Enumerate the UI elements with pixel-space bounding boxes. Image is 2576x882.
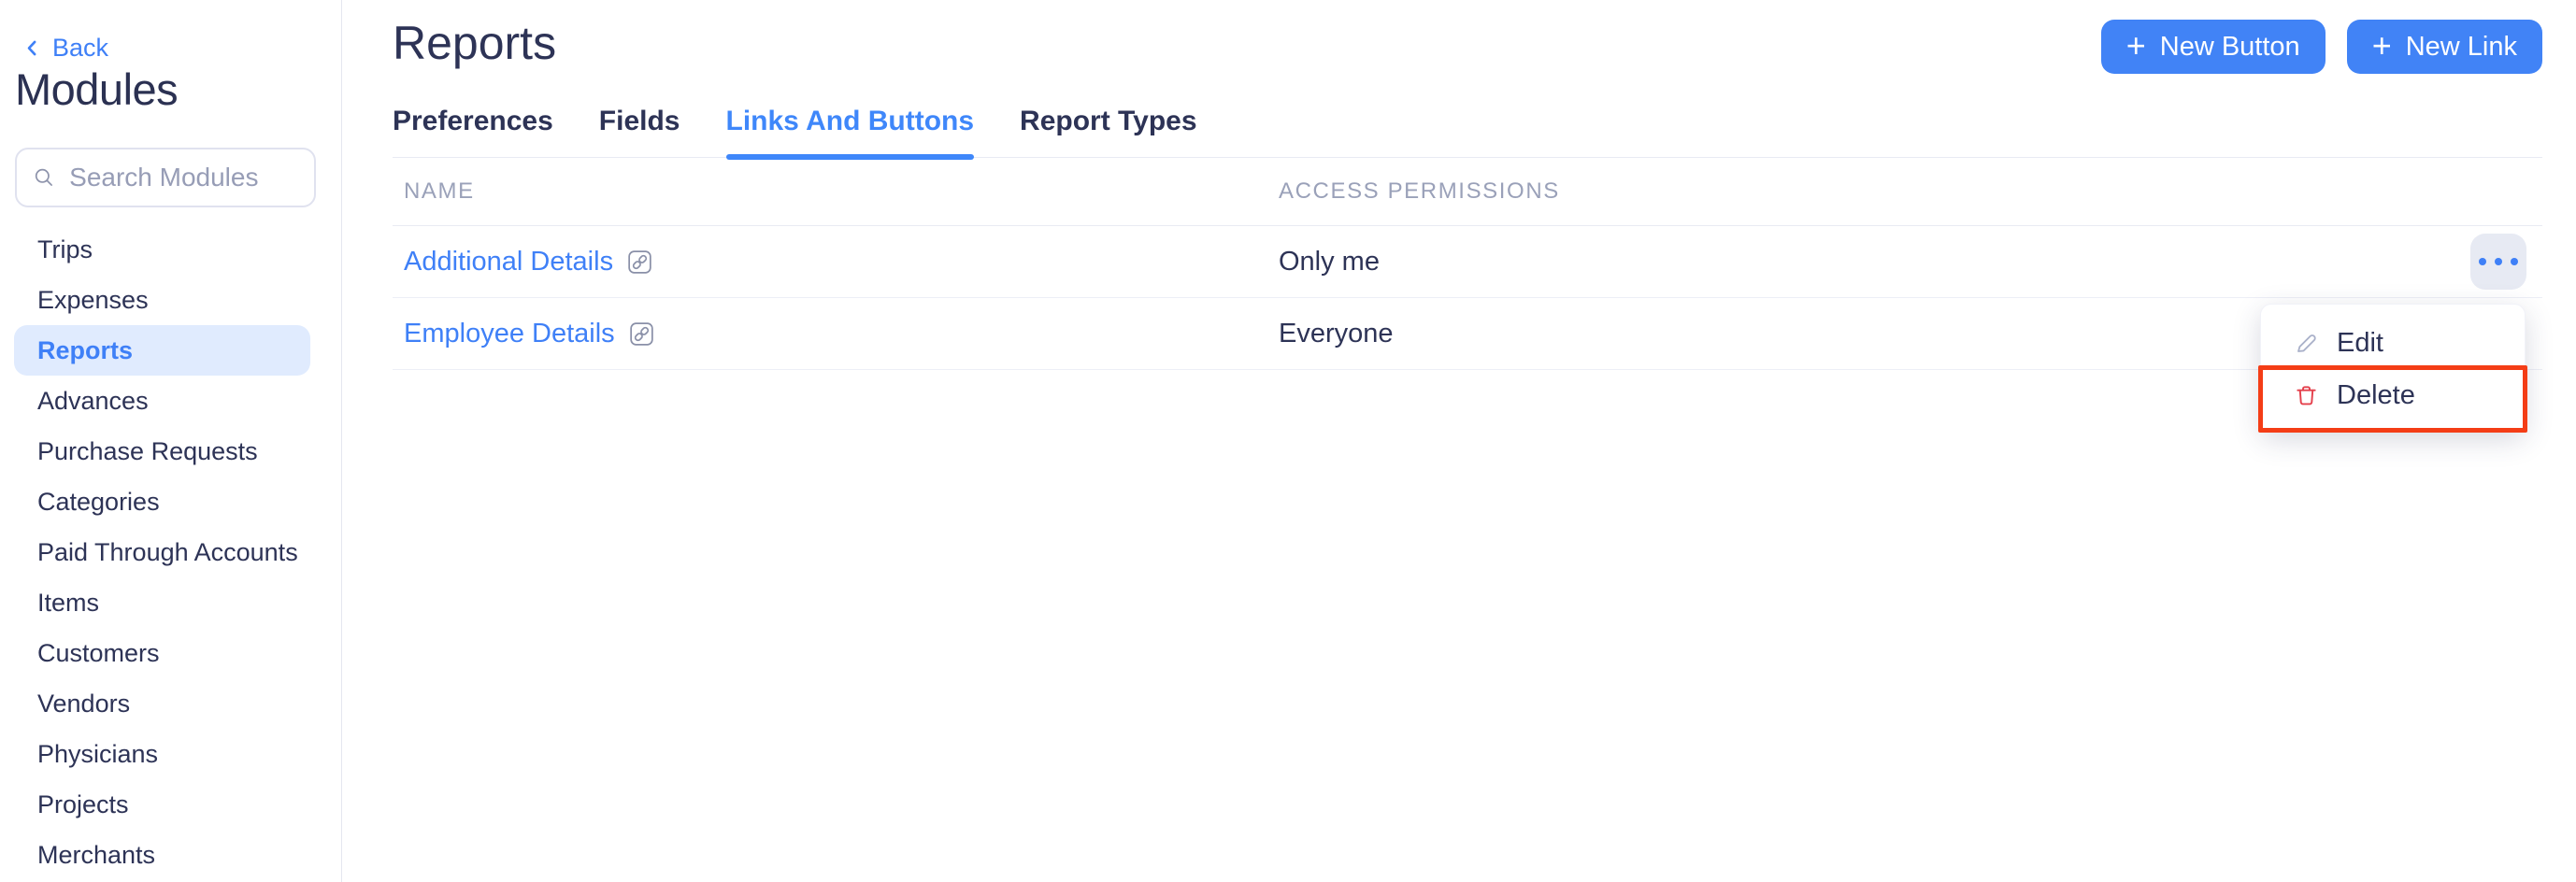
sidebar-item-purchase-requests[interactable]: Purchase Requests: [0, 426, 341, 477]
tab-links-and-buttons[interactable]: Links And Buttons: [726, 105, 975, 157]
tab-fields[interactable]: Fields: [599, 105, 680, 157]
table-header: NAME ACCESS PERMISSIONS: [393, 157, 2542, 226]
new-link-label: New Link: [2406, 32, 2517, 63]
search-icon: [33, 164, 55, 191]
new-button-button[interactable]: + New Button: [2101, 20, 2326, 74]
back-link[interactable]: Back: [22, 34, 108, 63]
plus-icon: +: [2372, 29, 2392, 63]
modules-sidebar: Back Modules Trips Expenses Reports Adva…: [0, 0, 342, 882]
tab-report-types[interactable]: Report Types: [1020, 105, 1196, 157]
back-label: Back: [52, 34, 108, 63]
search-input[interactable]: [69, 163, 298, 192]
menu-item-label: Delete: [2337, 380, 2415, 411]
row-link-additional-details[interactable]: Additional Details: [404, 247, 613, 277]
link-icon[interactable]: [628, 250, 651, 274]
menu-item-edit[interactable]: Edit: [2261, 317, 2525, 369]
ellipsis-icon: [2479, 258, 2486, 265]
module-list: Trips Expenses Reports Advances Purchase…: [0, 224, 341, 880]
sidebar-item-expenses[interactable]: Expenses: [0, 275, 341, 325]
links-buttons-table: NAME ACCESS PERMISSIONS Additional Detai…: [393, 157, 2542, 370]
main-content: Reports + New Button + New Link Preferen…: [343, 0, 2576, 882]
menu-item-label: Edit: [2337, 328, 2383, 359]
trash-icon: [2294, 383, 2319, 408]
sidebar-item-customers[interactable]: Customers: [0, 628, 341, 678]
new-link-button[interactable]: + New Link: [2347, 20, 2542, 74]
sidebar-item-physicians[interactable]: Physicians: [0, 729, 341, 779]
context-menu: Edit Delete: [2260, 304, 2526, 433]
column-header-access-permissions: ACCESS PERMISSIONS: [1267, 178, 2542, 205]
sidebar-title: Modules: [15, 64, 178, 116]
tab-preferences[interactable]: Preferences: [393, 105, 553, 157]
sidebar-item-paid-through-accounts[interactable]: Paid Through Accounts: [0, 527, 341, 577]
column-header-name: NAME: [393, 178, 1267, 205]
report-tabs: Preferences Fields Links And Buttons Rep…: [393, 105, 2542, 158]
sidebar-item-vendors[interactable]: Vendors: [0, 678, 341, 729]
menu-item-delete[interactable]: Delete: [2261, 369, 2525, 421]
access-permission-value: Only me: [1267, 247, 2542, 277]
search-modules-box[interactable]: [15, 148, 316, 207]
sidebar-item-categories[interactable]: Categories: [0, 477, 341, 527]
sidebar-item-items[interactable]: Items: [0, 577, 341, 628]
chevron-left-icon: [22, 38, 42, 58]
pencil-icon: [2294, 331, 2319, 356]
plus-icon: +: [2126, 29, 2146, 63]
sidebar-item-trips[interactable]: Trips: [0, 224, 341, 275]
row-link-employee-details[interactable]: Employee Details: [404, 319, 615, 349]
link-icon[interactable]: [630, 322, 653, 346]
table-row: Employee Details Everyone: [393, 298, 2542, 370]
new-button-label: New Button: [2160, 32, 2300, 63]
sidebar-item-merchants[interactable]: Merchants: [0, 830, 341, 880]
sidebar-item-reports[interactable]: Reports: [14, 325, 310, 376]
page-title: Reports: [393, 15, 556, 71]
row-actions-button[interactable]: [2470, 234, 2526, 290]
table-row: Additional Details Only me: [393, 226, 2542, 298]
sidebar-item-advances[interactable]: Advances: [0, 376, 341, 426]
top-actions: + New Button + New Link: [2101, 20, 2542, 74]
sidebar-item-projects[interactable]: Projects: [0, 779, 341, 830]
